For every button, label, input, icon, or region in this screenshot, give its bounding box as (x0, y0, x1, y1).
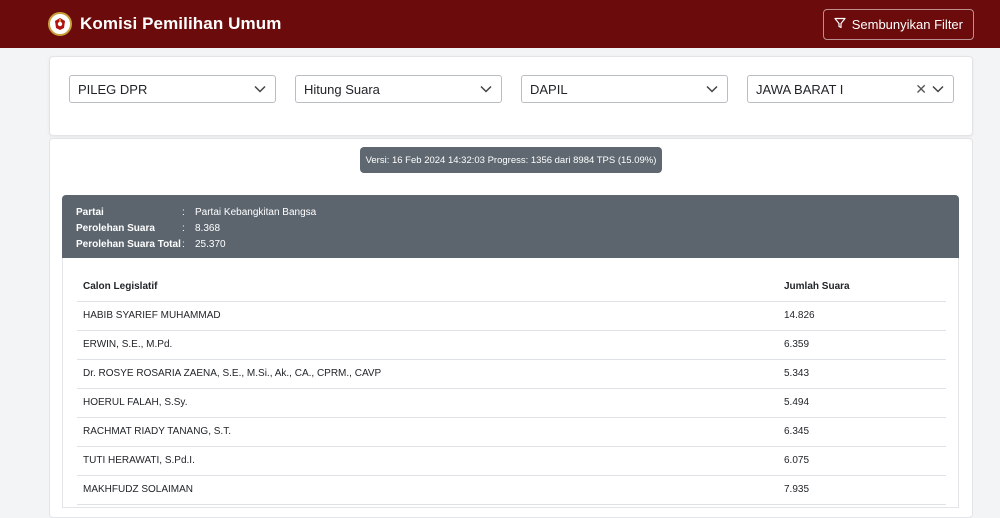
separator: : (182, 222, 185, 234)
chevron-down-icon (931, 82, 945, 96)
candidate-table-container: Calon Legislatif Jumlah Suara HABIB SYAR… (62, 258, 959, 508)
count-mode-value: Hitung Suara (304, 81, 380, 97)
table-row: TUTI HERAWATI, S.Pd.I. 6.075 (77, 446, 946, 476)
version-progress-badge: Versi: 16 Feb 2024 14:32:03 Progress: 13… (360, 147, 662, 173)
candidate-name: Dr. ROSYE ROSARIA ZAENA, S.E., M.Si., Ak… (77, 359, 774, 389)
candidate-votes: 5.343 (774, 359, 946, 389)
column-header-candidate: Calon Legislatif (77, 272, 774, 302)
filter-card: PILEG DPR Hitung Suara DAPIL JAWA BARAT … (49, 56, 973, 136)
party-total-value: 25.370 (195, 238, 226, 250)
separator: : (182, 206, 185, 218)
table-row: ERWIN, S.E., M.Pd. 6.359 (77, 330, 946, 360)
candidate-table: Calon Legislatif Jumlah Suara HABIB SYAR… (77, 272, 946, 505)
candidate-votes: 5.494 (774, 388, 946, 418)
election-type-select[interactable]: PILEG DPR (69, 75, 276, 103)
table-row: RACHMAT RIADY TANANG, S.T. 6.345 (77, 417, 946, 447)
app-title: Komisi Pemilihan Umum (80, 14, 282, 33)
region-level-value: DAPIL (530, 81, 568, 97)
party-summary-panel: Partai : Partai Kebangkitan Bangsa Perol… (62, 195, 959, 258)
candidate-votes: 14.826 (774, 301, 946, 331)
candidate-votes: 6.345 (774, 417, 946, 447)
party-name: Partai Kebangkitan Bangsa (195, 206, 317, 218)
chevron-down-icon (253, 82, 267, 96)
party-total-row: Perolehan Suara Total : 25.370 (76, 236, 945, 252)
column-header-votes: Jumlah Suara (774, 272, 946, 302)
party-total-label: Perolehan Suara Total (76, 238, 181, 250)
table-header-row: Calon Legislatif Jumlah Suara (77, 272, 946, 302)
party-votes-label: Perolehan Suara (76, 222, 155, 234)
candidate-name: ERWIN, S.E., M.Pd. (77, 330, 774, 360)
brand[interactable]: Komisi Pemilihan Umum (48, 12, 281, 36)
candidate-votes: 6.075 (774, 446, 946, 476)
clear-x-icon[interactable]: ✕ (915, 82, 927, 96)
region-level-select[interactable]: DAPIL (521, 75, 728, 103)
count-mode-select[interactable]: Hitung Suara (295, 75, 502, 103)
election-type-value: PILEG DPR (78, 81, 148, 97)
candidate-votes: 6.359 (774, 330, 946, 360)
hide-filter-button[interactable]: Sembunyikan Filter (822, 8, 974, 40)
party-label: Partai (76, 206, 104, 218)
table-row: HOERUL FALAH, S.Sy. 5.494 (77, 388, 946, 418)
hide-filter-label: Sembunyikan Filter (851, 16, 963, 32)
chevron-down-icon (705, 82, 719, 96)
region-select[interactable]: JAWA BARAT I ✕ (747, 75, 954, 103)
candidate-name: HABIB SYARIEF MUHAMMAD (77, 301, 774, 331)
chevron-down-icon (479, 82, 493, 96)
filter-icon (834, 17, 846, 32)
table-row: Dr. ROSYE ROSARIA ZAENA, S.E., M.Si., Ak… (77, 359, 946, 389)
region-value: JAWA BARAT I (756, 81, 844, 97)
separator: : (182, 238, 185, 250)
candidate-name: RACHMAT RIADY TANANG, S.T. (77, 417, 774, 447)
kpu-logo-icon (48, 12, 72, 36)
table-row: HABIB SYARIEF MUHAMMAD 14.826 (77, 301, 946, 331)
party-votes-row: Perolehan Suara : 8.368 (76, 220, 945, 236)
top-navbar: Komisi Pemilihan Umum Sembunyikan Filter (0, 0, 1000, 48)
party-votes-value: 8.368 (195, 222, 221, 234)
candidate-name: TUTI HERAWATI, S.Pd.I. (77, 446, 774, 476)
candidate-name: HOERUL FALAH, S.Sy. (77, 388, 774, 418)
party-name-row: Partai : Partai Kebangkitan Bangsa (76, 204, 945, 220)
